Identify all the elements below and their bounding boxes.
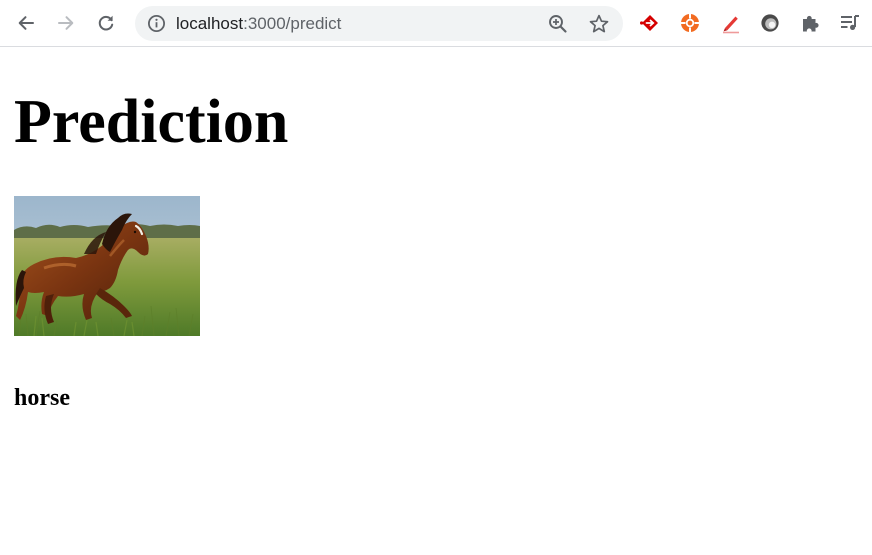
puzzle-icon[interactable] bbox=[799, 12, 821, 34]
page-title: Prediction bbox=[14, 88, 289, 156]
arrow-right-icon bbox=[58, 16, 74, 30]
grey-circle-extension-icon[interactable] bbox=[759, 12, 781, 34]
browser-toolbar: localhost:3000/predict bbox=[0, 0, 872, 47]
orange-lifebuoy-extension-icon[interactable] bbox=[679, 12, 701, 34]
reload-button[interactable] bbox=[91, 8, 121, 38]
address-bar[interactable]: localhost:3000/predict bbox=[135, 6, 623, 41]
media-queue-icon[interactable] bbox=[839, 12, 861, 34]
star-icon[interactable] bbox=[588, 13, 610, 35]
horse-image bbox=[14, 196, 200, 336]
zoom-in-icon[interactable] bbox=[547, 13, 569, 35]
red-pen-extension-icon[interactable] bbox=[720, 12, 742, 34]
url-text[interactable]: localhost:3000/predict bbox=[176, 14, 341, 33]
prediction-label: horse bbox=[14, 385, 70, 411]
forward-button[interactable] bbox=[51, 8, 81, 38]
back-button[interactable] bbox=[11, 8, 41, 38]
url-host: localhost bbox=[176, 14, 244, 33]
arrow-left-icon bbox=[18, 16, 34, 30]
info-icon[interactable] bbox=[147, 14, 166, 33]
horse-photo bbox=[14, 196, 200, 336]
reload-icon bbox=[98, 15, 114, 31]
url-path: :3000/predict bbox=[243, 14, 342, 33]
red-diamond-extension-icon[interactable] bbox=[639, 12, 661, 34]
